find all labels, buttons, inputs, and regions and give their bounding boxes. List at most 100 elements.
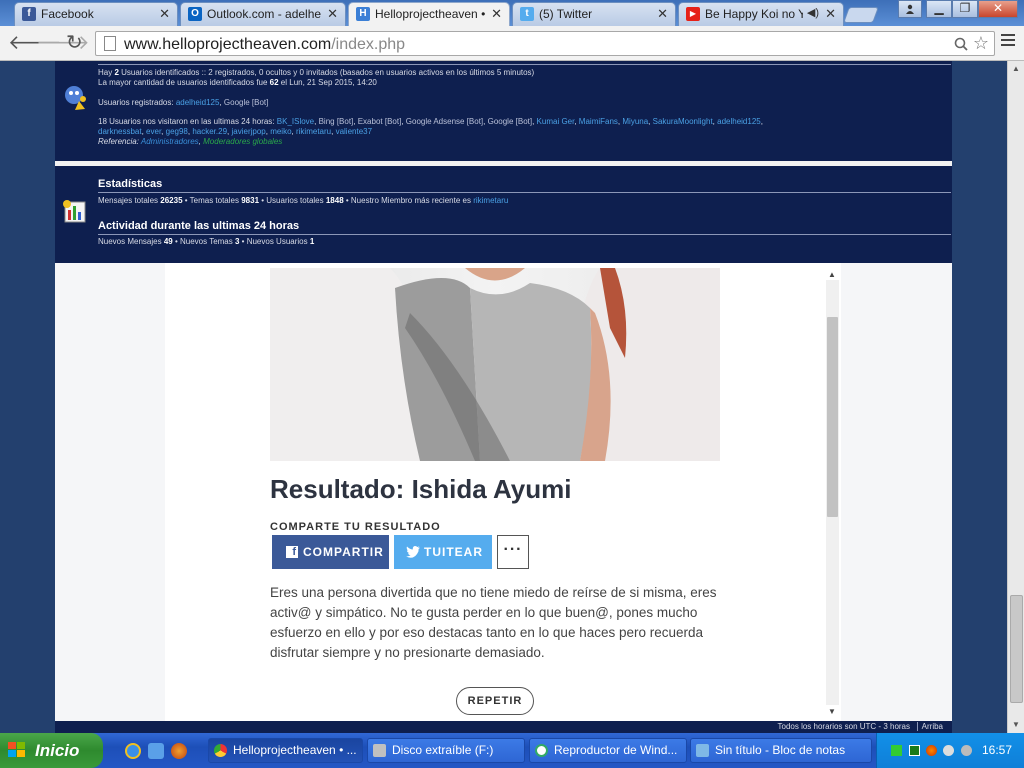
minimize-button[interactable]: ▁	[926, 0, 952, 18]
clock: 16:57	[982, 743, 1013, 757]
internet-explorer-icon[interactable]	[125, 743, 141, 759]
tab-label: Outlook.com - adelheid	[207, 7, 321, 21]
safely-remove-icon[interactable]	[961, 745, 972, 756]
user-link[interactable]: Bing [Bot]	[319, 117, 354, 126]
user-link[interactable]: Google [Bot]	[224, 98, 268, 107]
network-icon[interactable]	[891, 745, 902, 756]
address-bar[interactable]: www.helloprojectheaven.com/index.php ☆	[95, 31, 995, 56]
user-link[interactable]: adelheid125	[176, 98, 220, 107]
close-tab-icon[interactable]: ✕	[491, 6, 502, 22]
task-removable-disk[interactable]: Disco extraíble (F:)	[367, 738, 525, 763]
start-button[interactable]: Inicio	[0, 733, 103, 768]
new-users-label: Nuevos Usuarios	[246, 237, 308, 246]
helloproject-icon: H	[356, 7, 370, 21]
firefox-icon[interactable]	[171, 743, 187, 759]
close-tab-icon[interactable]: ✕	[825, 6, 836, 22]
registered-users-line: Usuarios registrados: adelheid125, Googl…	[98, 98, 269, 107]
user-icon	[906, 4, 914, 14]
user-link[interactable]: SakuraMoonlight	[653, 117, 713, 126]
task-chrome[interactable]: Helloprojectheaven • ...	[208, 738, 363, 763]
legend-admins-link[interactable]: Administradores	[141, 137, 199, 146]
user-link[interactable]: ever	[146, 127, 161, 136]
url-text[interactable]: www.helloprojectheaven.com/index.php	[124, 36, 405, 54]
result-description: Eres una persona divertida que no tiene …	[270, 585, 717, 660]
user-link[interactable]: hacker.29	[192, 127, 227, 136]
tab-twitter[interactable]: t (5) Twitter ✕	[512, 2, 676, 26]
close-tab-icon[interactable]: ✕	[159, 6, 170, 22]
scroll-down-arrow-icon[interactable]: ▼	[828, 707, 836, 716]
newest-member-link[interactable]: rikimetaru	[473, 196, 508, 205]
facebook-share-label: COMPARTIR	[303, 545, 384, 559]
user-link[interactable]: BK_ISlove	[277, 117, 314, 126]
legend-mods-link[interactable]: Moderadores globales	[203, 137, 282, 146]
tab-label: (5) Twitter	[539, 7, 593, 21]
twitter-share-button[interactable]: TUITEAR	[394, 535, 492, 569]
back-to-top-link[interactable]: Arriba	[916, 722, 943, 731]
volume-icon[interactable]	[943, 745, 954, 756]
scroll-up-arrow-icon[interactable]: ▲	[1012, 64, 1020, 73]
notepad-icon	[696, 744, 709, 757]
menu-icon[interactable]	[1001, 34, 1015, 48]
tray-app-icon[interactable]	[909, 745, 920, 756]
user-link[interactable]: geg98	[166, 127, 188, 136]
user-profile-button[interactable]	[898, 0, 922, 18]
task-media-player[interactable]: Reproductor de Wind...	[529, 738, 687, 763]
user-link[interactable]: Exabot [Bot]	[358, 117, 402, 126]
restore-button[interactable]: ❐	[952, 0, 978, 18]
twitter-bird-icon	[406, 546, 420, 558]
reload-button[interactable]: ↻	[66, 32, 83, 54]
user-link[interactable]: javierjpop	[231, 127, 265, 136]
user-link[interactable]: meiko	[270, 127, 291, 136]
quiz-embed-area: Resultado: Ishida Ayumi COMPARTE TU RESU…	[55, 263, 952, 733]
users-label: Usuarios totales	[266, 196, 324, 205]
speaker-icon: ◀)	[806, 7, 819, 19]
bookmark-star-icon[interactable]: ☆	[973, 33, 989, 54]
scroll-down-arrow-icon[interactable]: ▼	[1012, 720, 1020, 729]
online-summary-rest: Usuarios identificados :: 2 registrados,…	[118, 68, 535, 77]
more-share-button[interactable]: ···	[497, 535, 529, 569]
tab-facebook[interactable]: f Facebook ✕	[14, 2, 178, 26]
more-dots-icon: ···	[503, 541, 523, 558]
media-player-icon	[535, 744, 548, 757]
facebook-icon: f	[286, 546, 298, 558]
legend-label: Referencia:	[98, 137, 139, 146]
search-icon[interactable]	[954, 37, 968, 51]
user-link[interactable]: MaimiFans	[579, 117, 618, 126]
user-link[interactable]: Google Adsense [Bot]	[406, 117, 483, 126]
new-tab-button[interactable]	[843, 7, 879, 23]
user-link[interactable]: adelheid125	[717, 117, 761, 126]
page-scrollbar[interactable]: ▲ ▼	[1007, 61, 1024, 733]
close-tab-icon[interactable]: ✕	[327, 6, 338, 22]
youtube-icon: ▶	[686, 7, 700, 21]
tab-youtube[interactable]: ▶ Be Happy Koi no Ya ◀) ✕	[678, 2, 844, 26]
close-window-button[interactable]: ✕	[978, 0, 1018, 18]
tab-helloprojectheaven[interactable]: H Helloprojectheaven • P ✕	[348, 2, 510, 26]
scroll-up-arrow-icon[interactable]: ▲	[828, 270, 836, 279]
statistics-panel: Estadísticas Mensajes totales 26235 • Te…	[55, 166, 952, 263]
statistics-line: Mensajes totales 26235 • Temas totales 9…	[98, 196, 509, 205]
user-link[interactable]: Miyuna	[622, 117, 648, 126]
close-tab-icon[interactable]: ✕	[657, 6, 668, 22]
registered-label: Usuarios registrados:	[98, 98, 174, 107]
quiz-scrollbar-thumb[interactable]	[827, 317, 838, 517]
timezone-note: Todos los horarios son UTC - 3 horas	[777, 722, 911, 731]
repeat-quiz-button[interactable]: REPETIR	[456, 687, 534, 715]
users-value: 1848	[325, 196, 344, 205]
new-posts-value: 49	[163, 237, 173, 246]
page-scrollbar-thumb[interactable]	[1010, 595, 1023, 703]
user-link[interactable]: Kumai Ger	[537, 117, 575, 126]
facebook-share-button[interactable]: f COMPARTIR	[272, 535, 389, 569]
task-notepad[interactable]: Sin título - Bloc de notas	[690, 738, 872, 763]
tray-firefox-icon[interactable]	[926, 745, 937, 756]
user-link[interactable]: Google [Bot]	[488, 117, 532, 126]
record-count: 62	[269, 78, 279, 87]
tab-outlook[interactable]: O Outlook.com - adelheid ✕	[180, 2, 346, 26]
user-link[interactable]: valiente37	[336, 127, 372, 136]
ie-settings-icon[interactable]	[148, 743, 164, 759]
new-users-value: 1	[309, 237, 315, 246]
quiz-scrollbar[interactable]: ▲ ▼	[825, 268, 840, 718]
user-link[interactable]: darknessbat	[98, 127, 142, 136]
user-link[interactable]: rikimetaru	[296, 127, 331, 136]
minimize-icon: ▁	[934, 1, 944, 15]
tab-label: Helloprojectheaven • P	[375, 7, 485, 21]
